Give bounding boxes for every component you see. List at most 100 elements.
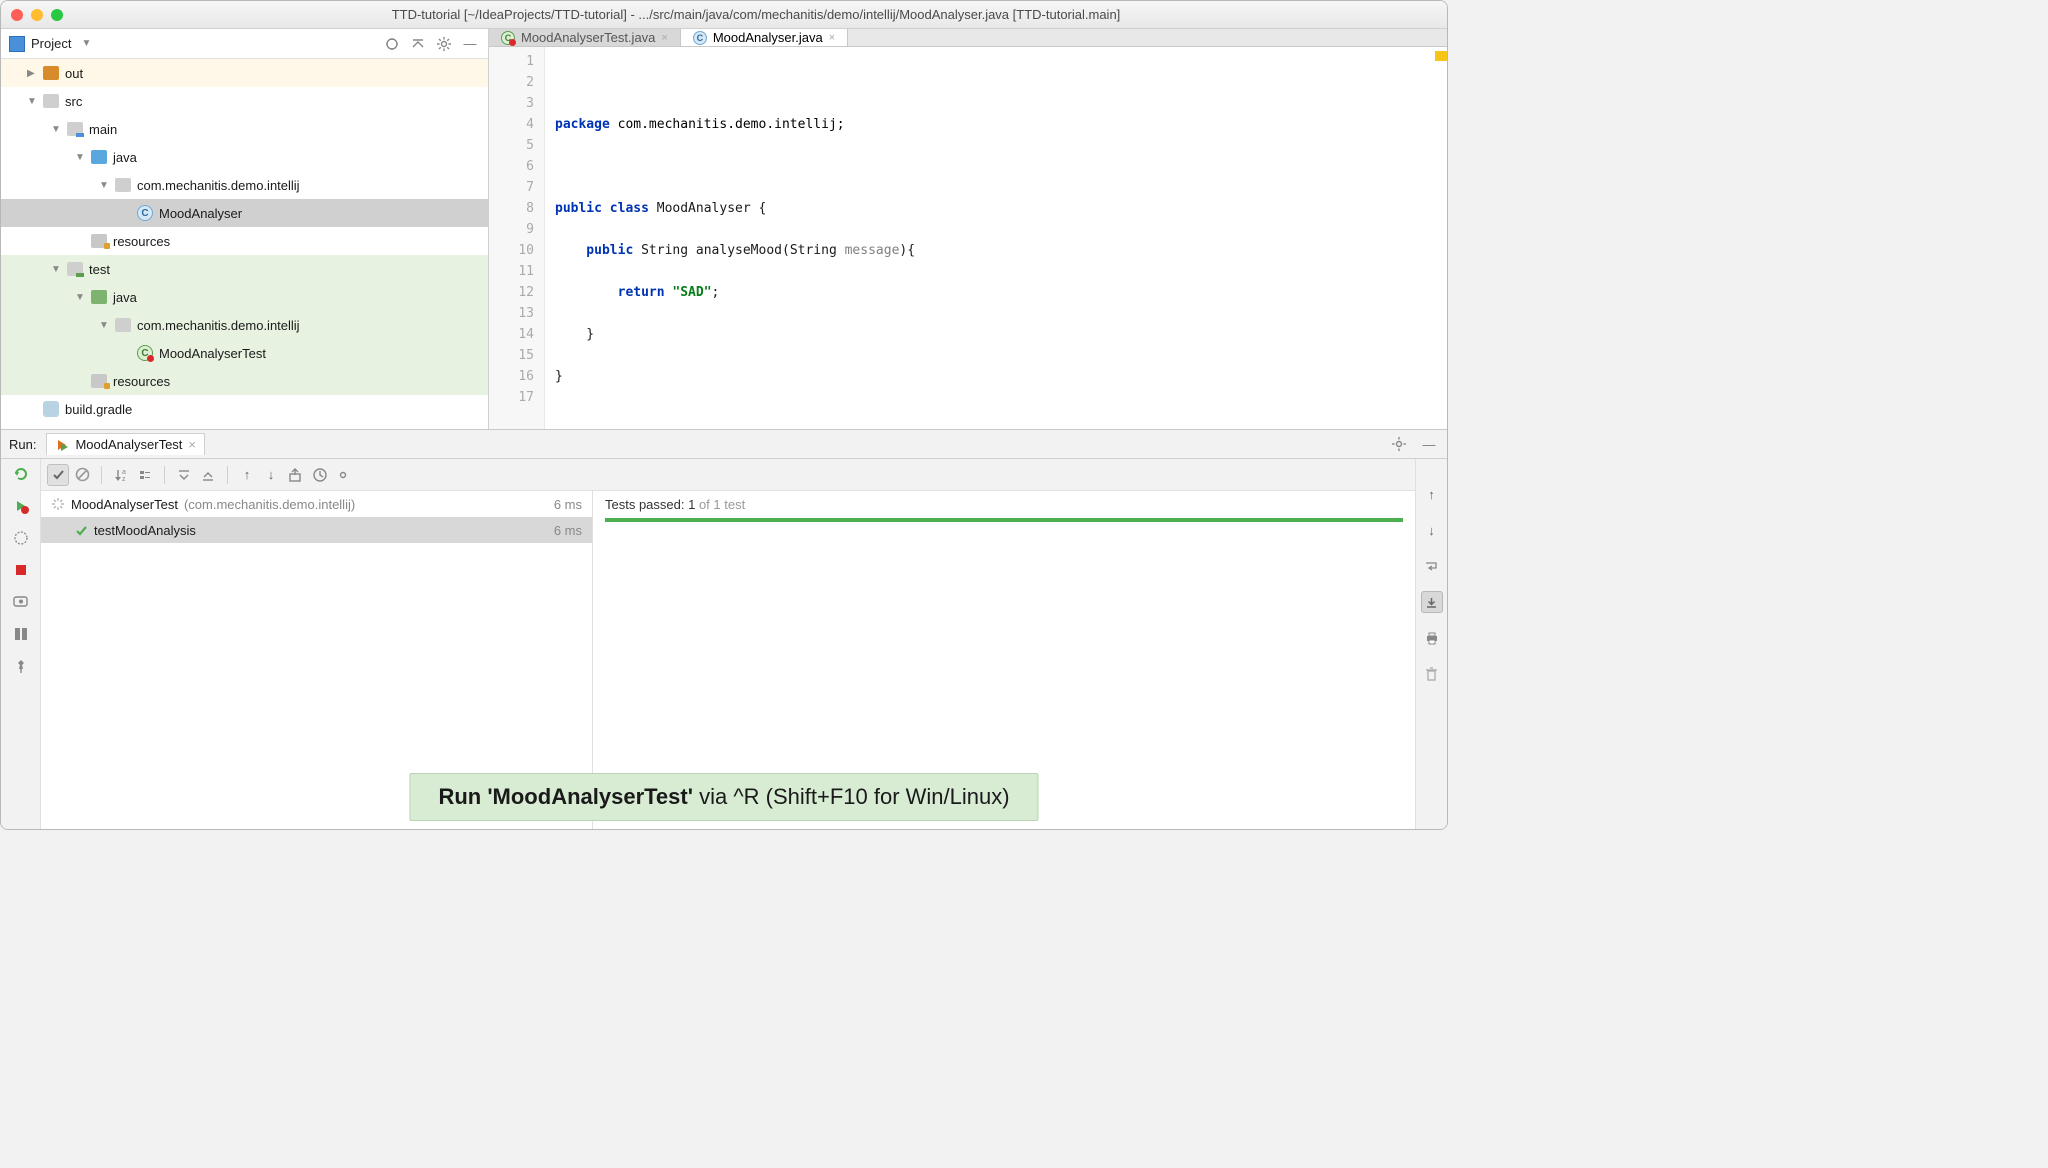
up-icon[interactable]: ↑ [236, 464, 258, 486]
test-status-text: Tests passed: 1 of 1 test [605, 497, 1403, 512]
ide-window: TTD-tutorial [~/IdeaProjects/TTD-tutoria… [0, 0, 1448, 830]
minimize-window-button[interactable] [31, 9, 43, 21]
test-class-icon: C [137, 345, 153, 361]
suite-icon[interactable] [134, 464, 156, 486]
tab-mood-analyser-test[interactable]: CMoodAnalyserTest.java× [489, 29, 681, 46]
show-passed-icon[interactable] [47, 464, 69, 486]
hint-banner: Run 'MoodAnalyserTest' via ^R (Shift+F10… [409, 773, 1038, 821]
run-label: Run: [9, 437, 36, 452]
spinner-icon [51, 497, 65, 511]
tree-node-package-main[interactable]: com.mechanitis.demo.intellij [1, 171, 488, 199]
run-tab-mood-analyser-test[interactable]: MoodAnalyserTest × [46, 433, 205, 455]
soft-wrap-icon[interactable] [1421, 555, 1443, 577]
upper-split: Project ▼ — out src main java com.mechan… [1, 29, 1447, 429]
tree-node-out[interactable]: out [1, 59, 488, 87]
dump-icon[interactable] [10, 591, 32, 613]
close-icon[interactable]: × [188, 437, 196, 452]
run-tabs-bar: Run: MoodAnalyserTest × — [1, 430, 1447, 458]
layout-icon[interactable] [10, 623, 32, 645]
svg-text:z: z [122, 476, 126, 482]
close-icon[interactable]: × [829, 32, 835, 44]
window-title: TTD-tutorial [~/IdeaProjects/TTD-tutoria… [75, 7, 1437, 22]
editor-tabs: CMoodAnalyserTest.java× CMoodAnalyser.ja… [489, 29, 1447, 47]
up-arrow-icon[interactable]: ↑ [1421, 483, 1443, 505]
project-tree[interactable]: out src main java com.mechanitis.demo.in… [1, 59, 488, 429]
gear-icon[interactable] [434, 34, 454, 54]
test-case-row[interactable]: testMoodAnalysis 6 ms [41, 517, 592, 543]
locate-icon[interactable] [382, 34, 402, 54]
down-arrow-icon[interactable]: ↓ [1421, 519, 1443, 541]
tree-node-test[interactable]: test [1, 255, 488, 283]
scroll-to-end-icon[interactable] [1421, 591, 1443, 613]
tree-node-java-main[interactable]: java [1, 143, 488, 171]
stop-icon[interactable] [10, 559, 32, 581]
gutter[interactable]: 1234567891011121314151617 [489, 47, 545, 429]
folder-icon [67, 262, 83, 276]
history-icon[interactable] [308, 464, 330, 486]
trash-icon[interactable] [1421, 663, 1443, 685]
tree-node-resources-test[interactable]: resources [1, 367, 488, 395]
editor-body[interactable]: 1234567891011121314151617 package com.me… [489, 47, 1447, 429]
sort-icon[interactable]: az [110, 464, 132, 486]
show-ignored-icon[interactable] [71, 464, 93, 486]
toggle-auto-test-icon[interactable] [10, 527, 32, 549]
test-class-icon: C [501, 31, 515, 45]
tree-node-resources-main[interactable]: resources [1, 227, 488, 255]
project-icon [9, 36, 25, 52]
tree-node-java-test[interactable]: java [1, 283, 488, 311]
resources-icon [91, 374, 107, 388]
run-toolbar: az ↑ ↓ [41, 459, 1415, 491]
folder-icon [91, 290, 107, 304]
maximize-window-button[interactable] [51, 9, 63, 21]
code-area[interactable]: package com.mechanitis.demo.intellij; pu… [545, 47, 1447, 429]
expand-icon[interactable] [173, 464, 195, 486]
project-label[interactable]: Project [31, 36, 71, 51]
close-window-button[interactable] [11, 9, 23, 21]
tree-node-build-gradle[interactable]: build.gradle [1, 395, 488, 423]
test-progress-bar [605, 518, 1403, 522]
gear-icon[interactable] [332, 464, 354, 486]
class-icon: C [693, 31, 707, 45]
pin-icon[interactable] [10, 655, 32, 677]
tree-node-mood-analyser-test[interactable]: CMoodAnalyserTest [1, 339, 488, 367]
titlebar: TTD-tutorial [~/IdeaProjects/TTD-tutoria… [1, 1, 1447, 29]
down-icon[interactable]: ↓ [260, 464, 282, 486]
tree-node-main[interactable]: main [1, 115, 488, 143]
class-icon: C [137, 205, 153, 221]
rerun-icon[interactable] [10, 463, 32, 485]
close-icon[interactable]: × [661, 32, 667, 44]
tree-node-mood-analyser[interactable]: CMoodAnalyser [1, 199, 488, 227]
project-header: Project ▼ — [1, 29, 488, 59]
warning-marker[interactable] [1435, 51, 1447, 61]
tree-node-package-test[interactable]: com.mechanitis.demo.intellij [1, 311, 488, 339]
folder-icon [43, 66, 59, 80]
tab-mood-analyser[interactable]: CMoodAnalyser.java× [681, 29, 848, 46]
svg-text:a: a [122, 469, 126, 476]
check-icon [75, 524, 88, 537]
run-config-icon [55, 438, 69, 452]
folder-icon [91, 150, 107, 164]
chevron-down-icon[interactable]: ▼ [81, 38, 91, 49]
gear-icon[interactable] [1389, 434, 1409, 454]
editor-pane: CMoodAnalyserTest.java× CMoodAnalyser.ja… [489, 29, 1447, 429]
run-left-toolbar [1, 459, 41, 829]
folder-icon [43, 94, 59, 108]
run-panel: Run: MoodAnalyserTest × — [1, 429, 1447, 829]
hide-icon[interactable]: — [1419, 434, 1439, 454]
collapse-icon[interactable] [197, 464, 219, 486]
print-icon[interactable] [1421, 627, 1443, 649]
collapse-all-icon[interactable] [408, 34, 428, 54]
tree-node-src[interactable]: src [1, 87, 488, 115]
folder-icon [67, 122, 83, 136]
window-controls [11, 9, 63, 21]
export-icon[interactable] [284, 464, 306, 486]
hide-icon[interactable]: — [460, 34, 480, 54]
run-right-toolbar: ↑ ↓ [1415, 459, 1447, 829]
resources-icon [91, 234, 107, 248]
project-tool-window: Project ▼ — out src main java com.mechan… [1, 29, 489, 429]
package-icon [115, 318, 131, 332]
test-suite-row[interactable]: MoodAnalyserTest (com.mechanitis.demo.in… [41, 491, 592, 517]
rerun-failed-icon[interactable] [10, 495, 32, 517]
package-icon [115, 178, 131, 192]
gradle-icon [43, 401, 59, 417]
